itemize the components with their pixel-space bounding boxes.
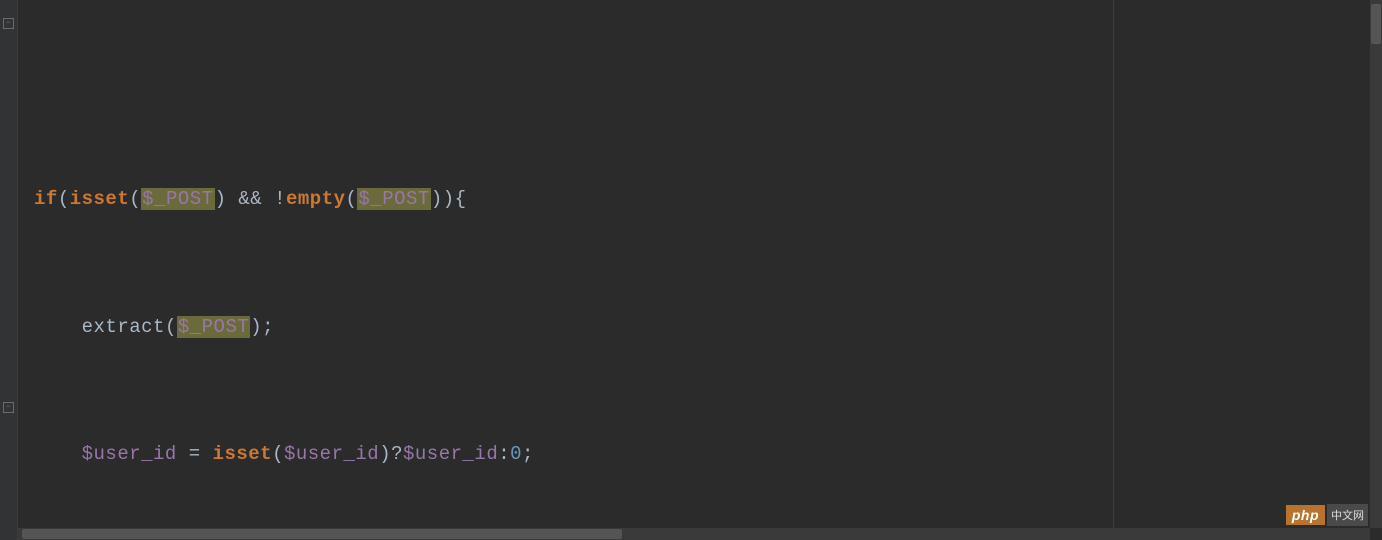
fold-minus-icon[interactable]	[3, 402, 14, 413]
scroll-thumb[interactable]	[22, 529, 622, 539]
fold-minus-icon[interactable]	[3, 18, 14, 29]
code-line: if(isset($_POST) && !empty($_POST)){	[34, 178, 1382, 221]
scroll-thumb[interactable]	[1371, 4, 1381, 44]
gutter	[0, 0, 18, 540]
vertical-scrollbar[interactable]	[1370, 0, 1382, 528]
keyword-if: if	[34, 188, 58, 210]
highlighted-post: $_POST	[177, 316, 250, 338]
highlighted-post: $_POST	[141, 188, 214, 210]
cn-text: 中文网	[1327, 504, 1368, 526]
php-logo: php	[1286, 505, 1325, 525]
highlighted-post: $_POST	[357, 188, 430, 210]
code-line: extract($_POST);	[34, 306, 1382, 349]
watermark: php 中文网	[1286, 504, 1368, 526]
code-editor: if(isset($_POST) && !empty($_POST)){ ext…	[0, 0, 1382, 540]
code-area[interactable]: if(isset($_POST) && !empty($_POST)){ ext…	[18, 0, 1382, 540]
margin-guide	[1113, 0, 1114, 540]
fn-isset: isset	[213, 443, 273, 465]
code-line: $user_id = isset($user_id)?$user_id:0;	[34, 433, 1382, 476]
fn-isset: isset	[70, 188, 130, 210]
horizontal-scrollbar[interactable]	[18, 528, 1370, 540]
fn-empty: empty	[286, 188, 346, 210]
